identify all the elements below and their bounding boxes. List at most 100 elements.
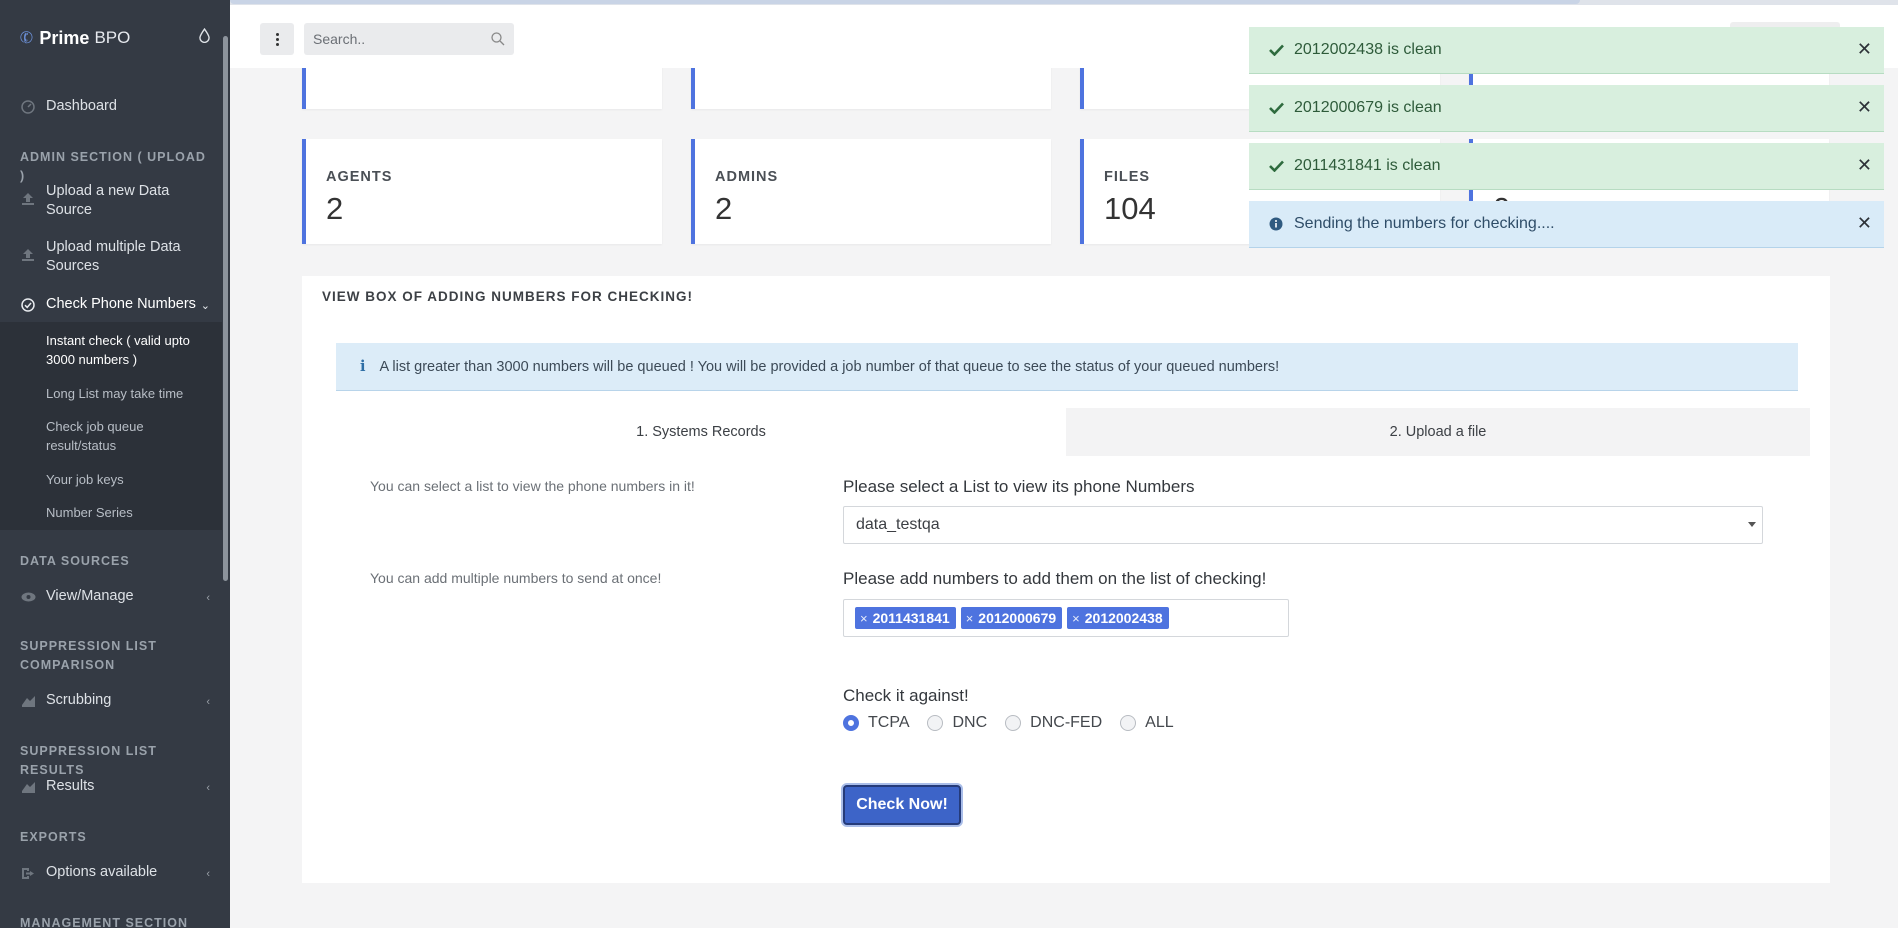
radio-button[interactable]: [927, 715, 944, 731]
section-data-sources: DATA SOURCES: [20, 554, 130, 568]
search-icon[interactable]: [491, 32, 505, 46]
radio-label: DNC-FED: [1030, 714, 1103, 731]
upload-icon: [20, 247, 36, 263]
toast-success: 2012002438 is clean ✕: [1249, 27, 1884, 74]
radio-dnc[interactable]: DNC: [927, 714, 987, 732]
submenu-check-phone: Instant check ( valid upto 3000 numbers …: [0, 322, 222, 530]
close-icon[interactable]: ✕: [1857, 39, 1872, 60]
alert-text: A list greater than 3000 numbers will be…: [379, 358, 1280, 375]
close-icon[interactable]: ✕: [1857, 213, 1872, 234]
toast-text: 2012000679 is clean: [1294, 99, 1442, 116]
results-icon: [20, 779, 36, 795]
tag-value: 2012000679: [978, 610, 1057, 626]
phone-logo-icon: ✆: [17, 28, 37, 49]
radio-dnc-fed[interactable]: DNC-FED: [1005, 714, 1102, 732]
kebab-menu-icon[interactable]: [260, 23, 294, 55]
tab-upload-file[interactable]: 2. Upload a file: [1066, 408, 1810, 456]
sidebar-item-upload-new[interactable]: Upload a new Data Source: [0, 182, 222, 220]
submenu-item-instant-check[interactable]: Instant check ( valid upto 3000 numbers …: [46, 331, 216, 369]
toast-success: 2012000679 is clean ✕: [1249, 85, 1884, 132]
remove-tag-icon[interactable]: ×: [1072, 611, 1080, 626]
tag-value: 2012002438: [1084, 610, 1163, 626]
sidebar-item-label: Upload a new Data Source: [46, 183, 170, 218]
sidebar-item-view-manage[interactable]: View/Manage ‹: [0, 587, 222, 606]
stat-label: ADMINS: [715, 169, 779, 185]
chevron-left-icon: ‹: [206, 696, 210, 708]
remove-tag-icon[interactable]: ×: [966, 611, 974, 626]
tab-systems-records[interactable]: 1. Systems Records: [336, 408, 1066, 456]
submenu-item-job-keys[interactable]: Your job keys: [46, 470, 216, 489]
panel-title: VIEW BOX OF ADDING NUMBERS FOR CHECKING!: [322, 289, 694, 304]
number-tag[interactable]: × 2012002438: [1067, 607, 1169, 629]
check-circle-icon: [20, 297, 36, 313]
section-exports: EXPORTS: [20, 830, 87, 844]
toast-text: 2011431841 is clean: [1294, 157, 1441, 174]
sidebar-item-check-phone[interactable]: Check Phone Numbers ⌄: [0, 295, 222, 314]
list-select[interactable]: data_testqa: [843, 506, 1763, 544]
brand[interactable]: ✆ Prime BPO: [0, 0, 230, 76]
sidebar-item-label: Scrubbing: [46, 692, 112, 708]
brand-name-rest: BPO: [94, 28, 131, 47]
radio-label: ALL: [1145, 714, 1174, 731]
radio-tcpa[interactable]: TCPA: [843, 714, 909, 732]
checkmark-icon: [1269, 160, 1285, 172]
brand-name-bold: Prime: [39, 27, 90, 48]
radio-button[interactable]: [1005, 715, 1022, 731]
check-numbers-panel: VIEW BOX OF ADDING NUMBERS FOR CHECKING!…: [302, 276, 1830, 883]
sidebar-item-label: Dashboard: [46, 98, 117, 114]
remove-tag-icon[interactable]: ×: [860, 611, 868, 626]
help-text-select: You can select a list to view the phone …: [370, 478, 695, 494]
sidebar-item-dashboard[interactable]: Dashboard: [0, 97, 222, 116]
browser-address-pill: [230, 0, 1580, 4]
sidebar-item-label: View/Manage: [46, 588, 134, 604]
dashboard-gauge-icon: [20, 99, 36, 115]
submenu-item-number-series[interactable]: Number Series: [46, 503, 216, 522]
queue-info-alert: i A list greater than 3000 numbers will …: [336, 343, 1798, 391]
chevron-left-icon: ‹: [206, 592, 210, 604]
toast-success: 2011431841 is clean ✕: [1249, 143, 1884, 190]
checkmark-icon: [1269, 102, 1285, 114]
submenu-item-long-list[interactable]: Long List may take time: [46, 384, 216, 403]
radio-all[interactable]: ALL: [1120, 714, 1174, 732]
list-select-value: data_testqa: [856, 516, 940, 533]
number-tag[interactable]: × 2012000679: [960, 607, 1063, 629]
info-circle-icon: [1269, 217, 1285, 231]
stat-value: 2: [715, 191, 733, 226]
sidebar-scrollbar[interactable]: [223, 36, 228, 581]
section-management: MANAGEMENT SECTION: [20, 916, 188, 928]
sidebar-item-label: Upload multiple Data Sources: [46, 239, 181, 274]
sidebar-item-scrubbing[interactable]: Scrubbing ‹: [0, 691, 222, 710]
submenu-item-job-queue[interactable]: Check job queue result/status: [46, 417, 216, 455]
radio-label: TCPA: [868, 714, 910, 731]
upload-icon: [20, 191, 36, 207]
check-against-radio-group: TCPA DNC DNC-FED ALL: [843, 714, 1192, 732]
sidebar: ✆ Prime BPO Dashboard ADMIN SECTION ( UP…: [0, 0, 230, 928]
sidebar-item-upload-multiple[interactable]: Upload multiple Data Sources: [0, 238, 222, 276]
close-icon[interactable]: ✕: [1857, 97, 1872, 118]
radio-label: DNC: [952, 714, 988, 731]
section-suppression-results: SUPPRESSION LIST RESULTS: [20, 744, 157, 777]
numbers-tag-input[interactable]: × 2011431841 × 2012000679 × 2012002438: [843, 599, 1289, 637]
check-against-label: Check it against!: [843, 686, 969, 705]
radio-button-checked[interactable]: [843, 715, 859, 731]
check-now-button[interactable]: Check Now!: [843, 785, 961, 825]
sidebar-item-label: Options available: [46, 864, 158, 880]
stat-label: FILES: [1104, 169, 1151, 185]
radio-button[interactable]: [1120, 715, 1137, 731]
help-text-add: You can add multiple numbers to send at …: [370, 570, 662, 586]
search-input[interactable]: [304, 23, 514, 55]
toast-text: Sending the numbers for checking....: [1294, 215, 1555, 232]
stat-card-admins: ADMINS 2: [691, 139, 1051, 244]
info-icon: i: [360, 358, 366, 375]
sidebar-item-results[interactable]: Results ‹: [0, 777, 222, 796]
number-tag[interactable]: × 2011431841: [855, 607, 956, 629]
chevron-down-icon: [1748, 522, 1756, 527]
chevron-down-icon: ⌄: [200, 300, 210, 312]
close-icon[interactable]: ✕: [1857, 155, 1872, 176]
stat-value: 104: [1104, 191, 1156, 226]
chevron-left-icon: ‹: [206, 782, 210, 794]
chevron-left-icon: ‹: [206, 868, 210, 880]
theme-drop-icon[interactable]: [199, 28, 210, 43]
select-list-label: Please select a List to view its phone N…: [843, 477, 1195, 496]
sidebar-item-options[interactable]: Options available ‹: [0, 863, 222, 882]
